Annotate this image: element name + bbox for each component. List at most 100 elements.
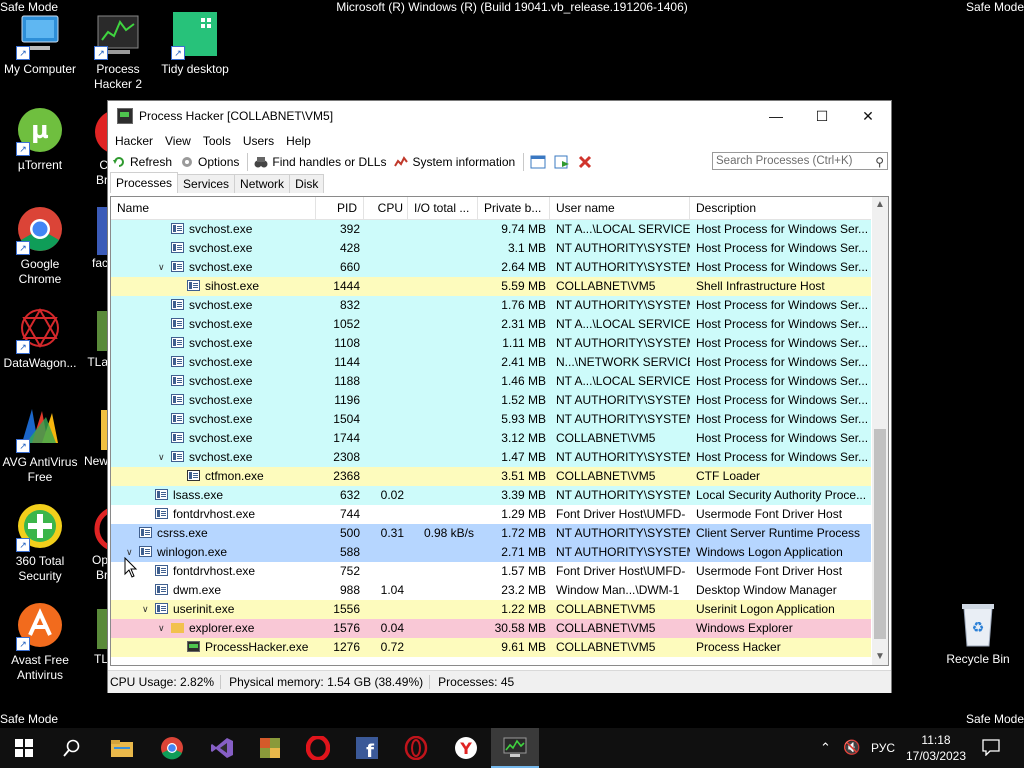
window-icon[interactable] (530, 155, 546, 169)
taskbar-chrome[interactable] (148, 728, 196, 768)
menu-help[interactable]: Help (280, 134, 317, 148)
menu-view[interactable]: View (159, 134, 197, 148)
column-header-description[interactable]: Description (690, 197, 871, 219)
scroll-up-arrow[interactable]: ▲ (872, 197, 888, 213)
vertical-scrollbar[interactable]: ▲ ▼ (872, 197, 888, 665)
cpu-cell: 0.04 (380, 621, 404, 635)
tab-strip: Processes Services Network Disk (108, 172, 891, 193)
system-information-button[interactable]: System information (394, 155, 515, 169)
tray-overflow-icon[interactable]: ⌃ (820, 740, 831, 756)
expand-chevron-icon[interactable]: ∨ (142, 600, 149, 619)
desktop-icon-process-hacker[interactable]: ↗ Process Hacker 2 (78, 10, 158, 92)
find-window-icon[interactable] (554, 155, 570, 169)
process-name-cell: ∨ svchost.exe (111, 258, 316, 277)
table-row[interactable]: svchost.exe 428 3.1 MB NT AUTHORITY\SYSTEM H… (111, 239, 871, 258)
table-row[interactable]: ∨ explorer.exe 1576 0.04 30.58 MB COLLABNET\V… (111, 619, 871, 638)
table-row[interactable]: ∨ svchost.exe 660 2.64 MB NT AUTHORITY\SYSTE… (111, 258, 871, 277)
minimize-button[interactable]: — (753, 101, 799, 131)
find-handles-button[interactable]: Find handles or DLLs (254, 155, 386, 169)
tab-network[interactable]: Network (234, 174, 291, 193)
process-name: svchost.exe (189, 336, 253, 350)
expand-chevron-icon[interactable]: ∨ (158, 258, 165, 277)
search-button[interactable] (48, 728, 96, 768)
desktop-icon-utorrent[interactable]: µ ↗ µTorrent (0, 106, 80, 173)
scroll-down-arrow[interactable]: ▼ (872, 649, 888, 665)
process-hacker-window[interactable]: Process Hacker [COLLABNET\VM5] — ☐ ✕ Hac… (108, 101, 891, 693)
cpu-cell: 1.04 (380, 583, 404, 597)
desktop-icon-tidy-desktop[interactable]: ↗ Tidy desktop (155, 10, 235, 77)
table-row[interactable]: ∨ userinit.exe 1556 1.22 MB COLLABNET\VM5 Use… (111, 600, 871, 619)
table-row[interactable]: ∨ svchost.exe 2308 1.47 MB NT AUTHORITY\SYST… (111, 448, 871, 467)
menu-tools[interactable]: Tools (197, 134, 237, 148)
process-tree-list[interactable]: Name PID CPU I/O total ... Private b... … (110, 196, 889, 666)
maximize-button[interactable]: ☐ (799, 101, 845, 131)
desktop-icon-360-total-security[interactable]: ↗ 360 Total Security (0, 502, 80, 584)
taskbar-process-hacker[interactable] (491, 728, 539, 768)
column-header-cpu[interactable]: CPU (364, 197, 408, 219)
table-row[interactable]: ctfmon.exe 2368 3.51 MB COLLABNET\VM5 CTF Lo… (111, 467, 871, 486)
pid-cell: 1052 (333, 317, 360, 331)
taskbar-app[interactable] (246, 728, 294, 768)
menu-users[interactable]: Users (237, 134, 280, 148)
desktop-icon-my-computer[interactable]: ↗ My Computer (0, 10, 80, 77)
column-header-user-name[interactable]: User name (550, 197, 690, 219)
taskbar-opera-gx[interactable] (392, 728, 440, 768)
column-header-private-bytes[interactable]: Private b... (478, 197, 550, 219)
tab-services[interactable]: Services (177, 174, 236, 193)
table-row[interactable]: svchost.exe 1144 2.41 MB N...\NETWORK SERVI… (111, 353, 871, 372)
table-row[interactable]: svchost.exe 1196 1.52 MB NT AUTHORITY\SYSTE… (111, 391, 871, 410)
table-row[interactable]: fontdrvhost.exe 744 1.29 MB Font Driver Hos… (111, 505, 871, 524)
table-row[interactable]: svchost.exe 1744 3.12 MB COLLABNET\VM5 Host … (111, 429, 871, 448)
taskbar-file-explorer[interactable] (98, 728, 146, 768)
table-row[interactable]: svchost.exe 1052 2.31 MB NT A...\LOCAL SERV… (111, 315, 871, 334)
taskbar-visual-studio[interactable] (198, 728, 246, 768)
desktop-icon-avg-antivirus[interactable]: ↗ AVG AntiVirus Free (0, 403, 80, 485)
language-indicator[interactable]: РУС (871, 741, 895, 755)
volume-muted-icon[interactable]: 🔇 (843, 739, 860, 756)
taskbar-yandex[interactable]: Y (442, 728, 490, 768)
column-header-pid[interactable]: PID (316, 197, 364, 219)
start-button[interactable] (0, 728, 48, 768)
table-row[interactable]: fontdrvhost.exe 752 1.57 MB Font Driver Hos… (111, 562, 871, 581)
private-bytes-cell: 1.22 MB (501, 602, 546, 616)
taskbar-opera[interactable] (294, 728, 342, 768)
clock[interactable]: 11:18 17/03/2023 (900, 732, 972, 764)
table-row[interactable]: svchost.exe 1108 1.11 MB NT AUTHORITY\SYSTE… (111, 334, 871, 353)
table-row[interactable]: svchost.exe 1504 5.93 MB NT AUTHORITY\SYSTE… (111, 410, 871, 429)
desktop-icon-datawagon[interactable]: ↗ DataWagon... (0, 304, 80, 371)
refresh-icon (112, 155, 126, 169)
taskbar-facebook[interactable]: f (343, 728, 391, 768)
table-row[interactable]: ProcessHacker.exe 1276 0.72 9.61 MB COLLABNE… (111, 638, 871, 657)
table-row[interactable]: svchost.exe 392 9.74 MB NT A...\LOCAL SERVI… (111, 220, 871, 239)
scroll-thumb[interactable] (874, 429, 886, 639)
desktop-icon-avast[interactable]: ↗ Avast Free Antivirus (0, 601, 80, 683)
table-row[interactable]: csrss.exe 500 0.31 0.98 kB/s 1.72 MB NT AUTHO… (111, 524, 871, 543)
options-button[interactable]: Options (180, 155, 239, 169)
search-input[interactable]: Search Processes (Ctrl+K) ⚲ (712, 152, 888, 170)
tab-processes[interactable]: Processes (110, 172, 179, 193)
table-row[interactable]: dwm.exe 988 1.04 23.2 MB Window Man...\DWM-1… (111, 581, 871, 600)
title-bar[interactable]: Process Hacker [COLLABNET\VM5] — ☐ ✕ (108, 101, 891, 131)
column-header-name[interactable]: Name (111, 197, 316, 219)
table-row[interactable]: svchost.exe 1188 1.46 MB NT A...\LOCAL SERV… (111, 372, 871, 391)
notifications-button[interactable] (982, 738, 1000, 759)
process-name: ctfmon.exe (205, 469, 264, 483)
tab-disk[interactable]: Disk (289, 174, 325, 193)
private-bytes-cell: 9.61 MB (501, 640, 546, 654)
table-row[interactable]: lsass.exe 632 0.02 3.39 MB NT AUTHORITY\SYST… (111, 486, 871, 505)
description-cell: Host Process for Windows Ser... (696, 260, 869, 274)
refresh-button[interactable]: Refresh (112, 155, 172, 169)
close-button[interactable]: ✕ (845, 101, 891, 131)
terminate-icon[interactable] (578, 155, 592, 169)
expand-chevron-icon[interactable]: ∨ (158, 448, 165, 467)
menu-hacker[interactable]: Hacker (109, 134, 159, 148)
desktop-icon-google-chrome[interactable]: ↗ Google Chrome (0, 205, 80, 287)
desktop-icon-recycle-bin[interactable]: ♻ Recycle Bin (938, 600, 1018, 666)
cpu-cell (364, 334, 408, 353)
column-header-io-total[interactable]: I/O total ... (408, 197, 478, 219)
table-row[interactable]: sihost.exe 1444 5.59 MB COLLABNET\VM5 Shell … (111, 277, 871, 296)
table-row[interactable]: ∨ winlogon.exe 588 2.71 MB NT AUTHORITY\SYST… (111, 543, 871, 562)
table-row[interactable]: svchost.exe 832 1.76 MB NT AUTHORITY\SYSTEM… (111, 296, 871, 315)
safe-mode-label-bottom-right: Safe Mode (965, 712, 1024, 726)
expand-chevron-icon[interactable]: ∨ (158, 619, 165, 638)
